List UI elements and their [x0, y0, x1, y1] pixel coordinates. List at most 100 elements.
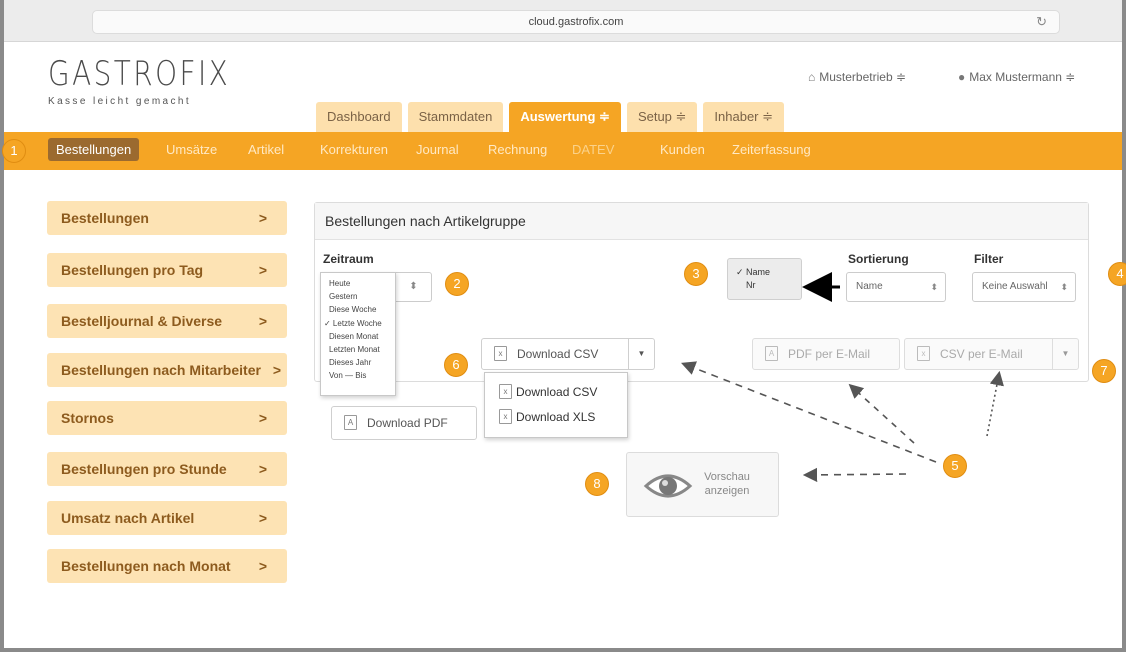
filter-label: Filter [974, 252, 1004, 266]
url-text: cloud.gastrofix.com [528, 16, 624, 28]
sub-navigation: Bestellungen Umsätze Artikel Korrekturen… [4, 132, 1122, 170]
callout-6: 6 [444, 353, 468, 377]
sidebar-item-label: Bestellungen pro Tag [61, 262, 204, 278]
sortierung-value: Name [856, 281, 883, 292]
subnav-kunden[interactable]: Kunden [660, 142, 705, 157]
csv-email-label: CSV per E-Mail [940, 347, 1023, 361]
preview-button[interactable]: Vorschau anzeigen [626, 452, 779, 517]
csv-file-icon: x [494, 345, 507, 361]
pdf-email-label: PDF per E-Mail [788, 347, 871, 361]
panel-title: Bestellungen nach Artikelgruppe [315, 203, 1088, 240]
zeitraum-option[interactable]: Gestern [321, 290, 395, 303]
zeitraum-dropdown: Heute Gestern Diese Woche ✓ Letzte Woche… [320, 272, 396, 396]
chevron-right-icon: > [258, 410, 267, 426]
tab-setup[interactable]: Setup ≑ [626, 102, 698, 132]
user-name: Max Mustermann ≑ [969, 70, 1076, 84]
business-selector[interactable]: ⌂ Musterbetrieb ≑ [808, 70, 906, 84]
download-csv-label: Download CSV [517, 347, 599, 361]
zeitraum-select-arrows[interactable]: ⬍ [396, 272, 432, 302]
subnav-rechnung[interactable]: Rechnung [488, 142, 547, 157]
zeitraum-label: Zeitraum [323, 252, 374, 266]
sidebar-item-journal[interactable]: Bestelljournal & Diverse > [47, 304, 287, 338]
sidebar-item-label: Bestellungen nach Mitarbeiter [61, 362, 261, 378]
sidebar-item-monat[interactable]: Bestellungen nach Monat > [47, 549, 287, 583]
menu-item-download-csv[interactable]: x Download CSV [485, 380, 627, 405]
chevron-right-icon: > [258, 510, 267, 526]
chevron-right-icon: > [258, 210, 267, 226]
sidebar-item-mitarbeiter[interactable]: Bestellungen nach Mitarbeiter > [47, 353, 287, 387]
user-menu[interactable]: ● Max Mustermann ≑ [958, 70, 1075, 84]
sidebar-item-label: Umsatz nach Artikel [61, 510, 195, 526]
main-tabs: Dashboard Stammdaten Auswertung ≑ Setup … [316, 102, 785, 132]
subnav-journal[interactable]: Journal [416, 142, 459, 157]
zeitraum-option[interactable]: Dieses Jahr [321, 356, 395, 369]
tab-dashboard[interactable]: Dashboard [316, 102, 402, 132]
preview-label-line1: Vorschau [704, 471, 750, 483]
zeitraum-option-selected[interactable]: ✓ Letzte Woche [321, 317, 395, 330]
zeitraum-option[interactable]: Diese Woche [321, 303, 395, 316]
download-pdf-button[interactable]: A Download PDF [331, 406, 477, 440]
business-name: Musterbetrieb ≑ [819, 70, 907, 84]
chevron-right-icon: > [258, 262, 267, 278]
sortierung-select[interactable]: Name ⬍ [846, 272, 946, 302]
csv-email-button[interactable]: x CSV per E-Mail ▼ [904, 338, 1079, 370]
tab-auswertung[interactable]: Auswertung ≑ [509, 102, 621, 132]
address-bar[interactable]: cloud.gastrofix.com ↻ [92, 10, 1060, 34]
callout-4: 4 [1108, 262, 1126, 286]
home-icon: ⌂ [808, 70, 816, 84]
pdf-email-button[interactable]: A PDF per E-Mail [752, 338, 900, 370]
subnav-bestellungen[interactable]: Bestellungen [48, 138, 140, 161]
tab-stammdaten[interactable]: Stammdaten [407, 102, 504, 132]
select-arrows-icon: ⬍ [1060, 282, 1068, 292]
chevron-right-icon: > [258, 313, 267, 329]
chevron-down-icon[interactable]: ▼ [1052, 339, 1078, 369]
subnav-artikel[interactable]: Artikel [248, 142, 284, 157]
sidebar-item-umsatz-artikel[interactable]: Umsatz nach Artikel > [47, 501, 287, 535]
menu-item-label: Download CSV [516, 385, 598, 399]
callout-2: 2 [445, 272, 469, 296]
callout-5: 5 [943, 454, 967, 478]
download-csv-button[interactable]: x Download CSV ▼ [481, 338, 655, 370]
sidebar-item-label: Bestellungen pro Stunde [61, 461, 227, 477]
callout-8: 8 [585, 472, 609, 496]
sidebar-item-label: Bestellungen nach Monat [61, 558, 231, 574]
eye-icon [643, 474, 693, 498]
subnav-datev[interactable]: DATEV [572, 142, 614, 157]
zeitraum-option[interactable]: Letzten Monat [321, 343, 395, 356]
zeitraum-option[interactable]: Diesen Monat [321, 330, 395, 343]
browser-toolbar: cloud.gastrofix.com ↻ [4, 0, 1122, 42]
sort-option-selected[interactable]: ✓ Name [736, 266, 801, 279]
reload-icon[interactable]: ↻ [1036, 11, 1047, 33]
subnav-zeiterfassung[interactable]: Zeiterfassung [732, 142, 811, 157]
filter-value: Keine Auswahl [982, 281, 1048, 292]
menu-item-download-xls[interactable]: x Download XLS [485, 405, 627, 430]
sidebar-item-label: Bestellungen [61, 210, 149, 226]
brand-tagline: Kasse leicht gemacht [48, 96, 192, 107]
sidebar-item-label: Stornos [61, 410, 114, 426]
callout-3: 3 [684, 262, 708, 286]
tab-inhaber[interactable]: Inhaber ≑ [703, 102, 785, 132]
csv-file-icon: x [917, 345, 930, 361]
callout-7: 7 [1092, 359, 1116, 383]
callout-1: 1 [2, 139, 26, 163]
sidebar-item-pro-tag[interactable]: Bestellungen pro Tag > [47, 253, 287, 287]
chevron-down-icon[interactable]: ▼ [628, 339, 654, 369]
sidebar-item-bestellungen[interactable]: Bestellungen > [47, 201, 287, 235]
filter-select[interactable]: Keine Auswahl ⬍ [972, 272, 1076, 302]
csv-file-icon: x [499, 383, 512, 399]
pdf-file-icon: A [344, 414, 357, 430]
zeitraum-option[interactable]: Von — Bis [321, 369, 395, 382]
sidebar-item-pro-stunde[interactable]: Bestellungen pro Stunde > [47, 452, 287, 486]
sidebar-item-stornos[interactable]: Stornos > [47, 401, 287, 435]
subnav-korrekturen[interactable]: Korrekturen [320, 142, 388, 157]
user-icon: ● [958, 70, 966, 84]
menu-item-label: Download XLS [516, 410, 596, 424]
subnav-umsaetze[interactable]: Umsätze [166, 142, 217, 157]
download-pdf-label: Download PDF [367, 416, 448, 430]
sortierung-label: Sortierung [848, 252, 909, 266]
sort-option[interactable]: Nr [736, 279, 801, 292]
zeitraum-option[interactable]: Heute [321, 277, 395, 290]
xls-file-icon: x [499, 408, 512, 424]
select-arrows-icon: ⬍ [930, 282, 938, 292]
chevron-right-icon: > [272, 362, 281, 378]
